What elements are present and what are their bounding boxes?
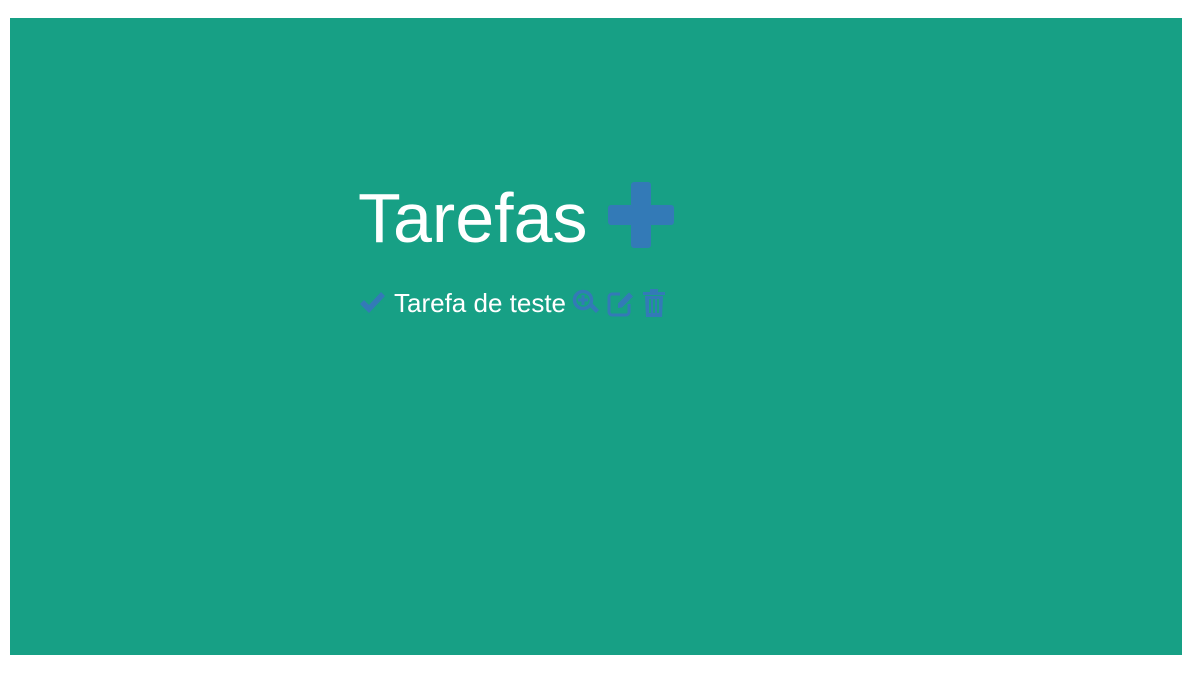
trash-icon	[643, 289, 665, 317]
add-task-button[interactable]	[607, 182, 674, 248]
header: Tarefas	[358, 178, 674, 258]
task-list-container: Tarefas Tarefa de teste	[358, 178, 674, 320]
complete-task-button[interactable]	[358, 289, 386, 317]
plus-icon	[607, 182, 674, 248]
task-label: Tarefa de teste	[394, 288, 566, 318]
edit-icon	[607, 292, 633, 317]
check-icon	[360, 292, 385, 313]
edit-task-button[interactable]	[606, 288, 634, 318]
task-item: Tarefa de teste	[358, 286, 674, 320]
view-task-button[interactable]	[572, 288, 600, 318]
main-panel: Tarefas Tarefa de teste	[10, 18, 1182, 655]
zoom-in-icon	[572, 289, 599, 313]
page-title: Tarefas	[358, 179, 588, 257]
delete-task-button[interactable]	[640, 288, 668, 318]
